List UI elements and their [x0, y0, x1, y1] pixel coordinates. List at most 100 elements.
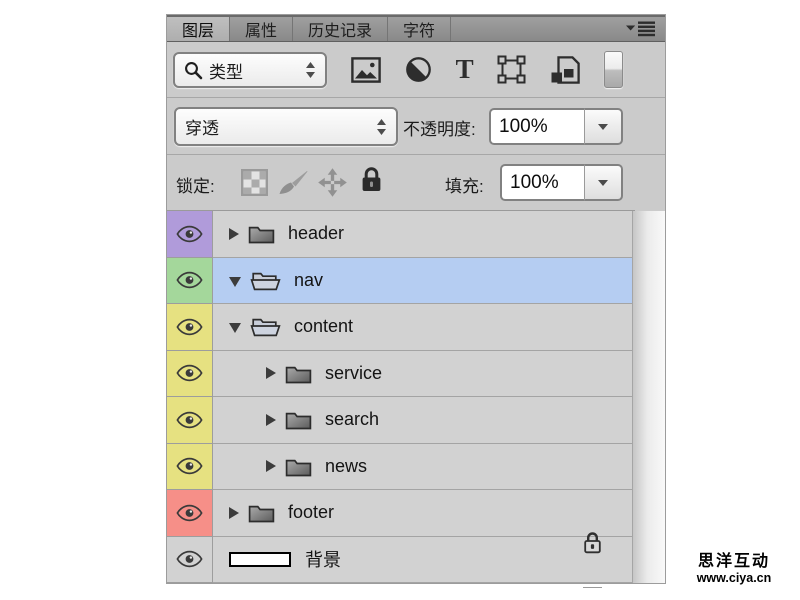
layer-row-content[interactable]: nav	[213, 258, 632, 305]
eye-icon	[176, 318, 203, 336]
layer-row-content[interactable]: news	[213, 444, 632, 491]
tab-label: 字符	[403, 17, 435, 41]
eye-icon	[176, 504, 203, 522]
blend-mode-value: 穿透	[185, 114, 376, 139]
expand-toggle-icon[interactable]	[266, 414, 276, 426]
visibility-cell[interactable]	[167, 258, 213, 305]
layer-row[interactable]: footer	[167, 490, 632, 537]
opacity-dropdown-button[interactable]	[585, 108, 623, 145]
eye-icon	[176, 550, 203, 568]
dropdown-arrow-icon	[598, 180, 608, 186]
lock-position-button[interactable]	[317, 167, 348, 198]
filter-toggle-switch[interactable]	[604, 51, 623, 88]
layer-row[interactable]: content	[167, 304, 632, 351]
opacity-input[interactable]: 100%	[489, 108, 585, 145]
visibility-cell[interactable]	[167, 304, 213, 351]
layer-row-content[interactable]: 背景	[213, 537, 632, 584]
layer-row[interactable]: nav	[167, 258, 632, 305]
panel-menu-button[interactable]	[626, 21, 656, 42]
updown-arrows-icon	[305, 61, 316, 79]
layer-row[interactable]: news	[167, 444, 632, 491]
folder-icon	[248, 502, 275, 523]
panel-tab[interactable]: 字符	[388, 17, 451, 41]
scrollbar-track[interactable]	[632, 211, 665, 583]
brush-icon	[277, 169, 309, 197]
layer-name: header	[288, 223, 344, 244]
expand-toggle-icon[interactable]	[266, 367, 276, 379]
layer-name: 背景	[305, 546, 341, 572]
lock-bar: 锁定:	[167, 155, 635, 211]
filter-type-layers-button[interactable]: T	[456, 56, 474, 83]
visibility-cell[interactable]	[167, 444, 213, 491]
folder-icon	[248, 223, 275, 244]
shape-layer-icon	[497, 55, 526, 84]
layer-row-content[interactable]: content	[213, 304, 632, 351]
lock-transparency-button[interactable]	[241, 169, 268, 196]
layer-row-content[interactable]: service	[213, 351, 632, 398]
blend-bar: 穿透 不透明度: 100%	[167, 98, 665, 155]
layer-name: service	[325, 363, 382, 384]
layer-row[interactable]: search	[167, 397, 632, 444]
visibility-cell[interactable]	[167, 397, 213, 444]
fill-combo: 100%	[500, 164, 623, 201]
smart-object-icon	[550, 56, 580, 84]
visibility-cell[interactable]	[167, 211, 213, 258]
expand-toggle-icon[interactable]	[229, 277, 241, 287]
folder-icon	[285, 409, 312, 430]
checkerboard-icon	[241, 169, 268, 196]
watermark: 思洋互动 www.ciya.cn	[681, 553, 787, 586]
expand-toggle-icon[interactable]	[229, 228, 239, 240]
filter-pixel-layers-button[interactable]	[351, 57, 381, 83]
lock-pixels-button[interactable]	[277, 169, 309, 197]
folder-icon	[285, 456, 312, 477]
opacity-label: 不透明度:	[403, 115, 476, 140]
layer-row-content[interactable]: search	[213, 397, 632, 444]
layer-row[interactable]: 背景	[167, 537, 632, 584]
fill-label: 填充:	[445, 172, 484, 197]
fill-input[interactable]: 100%	[500, 164, 585, 201]
updown-arrows-icon	[376, 118, 387, 136]
layer-row-content[interactable]: footer	[213, 490, 632, 537]
layer-name: content	[294, 316, 353, 337]
filter-smart-objects-button[interactable]	[550, 56, 580, 84]
layer-thumbnail[interactable]	[229, 552, 291, 567]
folder-open-icon	[250, 270, 281, 291]
tab-label: 图层	[182, 17, 214, 41]
blend-mode-select[interactable]: 穿透	[174, 107, 398, 146]
visibility-cell[interactable]	[167, 351, 213, 398]
filter-adjustment-layers-button[interactable]	[405, 56, 432, 83]
move-arrows-icon	[317, 167, 348, 198]
panel-menu-icon	[626, 21, 656, 37]
filter-bar: 类型 T	[167, 42, 665, 98]
panel-tab[interactable]: 属性	[230, 17, 293, 41]
fill-dropdown-button[interactable]	[585, 164, 623, 201]
eye-icon	[176, 411, 203, 429]
layer-lock-icon	[583, 531, 602, 588]
panel-tabs: 图层 属性 历史记录 字符	[167, 15, 665, 42]
expand-toggle-icon[interactable]	[229, 323, 241, 333]
tab-label: 属性	[245, 17, 277, 41]
filter-shape-layers-button[interactable]	[497, 55, 526, 84]
expand-toggle-icon[interactable]	[266, 460, 276, 472]
pixel-layer-icon	[351, 57, 381, 83]
visibility-cell[interactable]	[167, 537, 213, 584]
layer-name: search	[325, 409, 379, 430]
search-icon	[184, 61, 203, 80]
watermark-title: 思洋互动	[681, 553, 787, 571]
expand-toggle-icon[interactable]	[229, 507, 239, 519]
layer-name: news	[325, 456, 367, 477]
watermark-url: www.ciya.cn	[681, 571, 787, 585]
panel-tab[interactable]: 图层	[167, 17, 230, 41]
panel-tab[interactable]: 历史记录	[293, 17, 388, 41]
filter-kind-value: 类型	[209, 58, 305, 83]
lock-all-button[interactable]	[360, 166, 383, 194]
layer-name: footer	[288, 502, 334, 523]
filter-kind-select[interactable]: 类型	[173, 52, 327, 88]
layer-row[interactable]: header	[167, 211, 632, 258]
visibility-cell[interactable]	[167, 490, 213, 537]
layer-list: header nav	[167, 211, 632, 583]
folder-icon	[285, 363, 312, 384]
layer-row[interactable]: service	[167, 351, 632, 398]
eye-icon	[176, 225, 203, 243]
layer-row-content[interactable]: header	[213, 211, 632, 258]
